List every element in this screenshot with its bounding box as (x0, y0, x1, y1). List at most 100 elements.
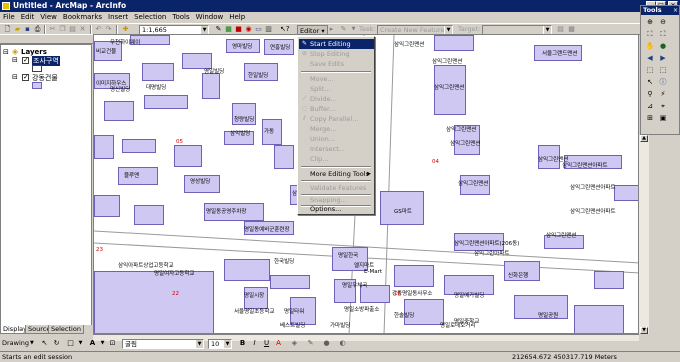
attributes-icon[interactable]: ▤ (556, 25, 565, 34)
back-icon[interactable]: ◀ (645, 53, 655, 63)
layer-expand-icon[interactable]: ⊟ (12, 73, 18, 81)
underline-icon[interactable]: U (262, 339, 271, 348)
building[interactable] (224, 259, 270, 281)
building[interactable] (614, 185, 638, 201)
chevron-down-icon[interactable]: ▼ (349, 25, 358, 34)
menu-item-clip[interactable]: Clip... (299, 154, 374, 164)
chevron-down-icon[interactable]: ▼ (543, 26, 551, 34)
menu-item-split[interactable]: Split... (299, 84, 374, 94)
whats-this-icon[interactable]: ↖? (280, 25, 290, 34)
fill-color-icon[interactable]: ◈ (290, 339, 299, 348)
forward-icon[interactable]: ▶ (658, 53, 668, 63)
building[interactable] (574, 305, 624, 333)
building[interactable] (104, 101, 134, 121)
building[interactable] (174, 145, 202, 167)
vertical-scrollbar[interactable]: ▲ ▼ (639, 135, 649, 334)
menu-item-buffer[interactable]: ◌ Buffer... (299, 104, 374, 114)
model-icon[interactable]: ▥ (264, 25, 273, 34)
editor-toolbar-icon[interactable]: ✎ (214, 25, 223, 34)
pointer-icon[interactable]: ↖ (645, 77, 655, 87)
drawing-menu[interactable]: Drawing (2, 339, 29, 348)
menu-window[interactable]: Window (193, 12, 227, 23)
bold-icon[interactable]: B (238, 339, 247, 348)
menu-item-save-edits[interactable]: Save Edits (299, 59, 374, 69)
time-slider-icon[interactable]: ⊞ (645, 113, 655, 123)
chevron-down-icon[interactable]: ▼ (200, 26, 208, 34)
menu-item-divide[interactable]: ⟋ Divide... (299, 94, 374, 104)
layers-expand-icon[interactable]: ⊟ (3, 48, 9, 56)
building-school[interactable] (94, 271, 214, 333)
measure-icon[interactable]: ⊿ (645, 101, 655, 111)
chevron-down-icon[interactable]: ▼ (76, 339, 85, 348)
menu-item-more-editing-tools[interactable]: More Editing Tools ▶ (299, 169, 374, 179)
chevron-down-icon[interactable]: ▼ (98, 339, 107, 348)
menu-item-merge[interactable]: Merge... (299, 124, 374, 134)
scroll-up-icon[interactable]: ▲ (640, 135, 648, 142)
fixed-zoom-out-icon[interactable]: ⛶ (658, 29, 668, 39)
menu-item-start-editing[interactable]: ✎ Start Editing (299, 39, 374, 49)
redo-icon[interactable]: ↷ (104, 25, 113, 34)
menu-item-copy-parallel[interactable]: ⫽ Copy Parallel... (299, 114, 374, 124)
scroll-down-icon[interactable]: ▼ (640, 327, 648, 334)
building[interactable] (394, 265, 434, 287)
building[interactable] (94, 135, 114, 159)
building[interactable] (142, 63, 174, 81)
identify-icon[interactable]: ⓘ (658, 77, 668, 87)
font-combo[interactable]: 굴림 ▼ (122, 339, 204, 349)
cut-icon[interactable]: ✂ (48, 25, 57, 34)
menu-item-move[interactable]: Move... (299, 74, 374, 84)
edit-vertices-icon[interactable]: ⊡ (108, 339, 117, 348)
building[interactable] (122, 139, 156, 153)
marker-color-icon[interactable]: ● (322, 339, 331, 348)
menu-file[interactable]: File (0, 12, 18, 23)
building[interactable] (134, 205, 164, 225)
menu-item-options[interactable]: Options... (299, 204, 374, 214)
menu-item-validate-features[interactable]: Validate Features (299, 183, 374, 193)
building[interactable] (94, 195, 120, 217)
building[interactable] (434, 35, 474, 51)
shadow-color-icon[interactable]: ◐ (338, 339, 347, 348)
toolbox-icon[interactable]: ■ (234, 25, 243, 34)
open-icon[interactable]: ▰ (13, 25, 22, 34)
zoom-out-icon[interactable]: ⊖ (658, 17, 668, 27)
sketch-properties-icon[interactable]: ▦ (567, 25, 576, 34)
building[interactable] (270, 275, 310, 289)
italic-icon[interactable]: I (250, 339, 259, 348)
full-extent-icon[interactable]: ● (658, 41, 668, 51)
menu-bookmarks[interactable]: Bookmarks (60, 12, 105, 23)
undo-icon[interactable]: ↶ (94, 25, 103, 34)
table-icon[interactable]: ▦ (224, 25, 233, 34)
delete-icon[interactable]: ✕ (78, 25, 87, 34)
chevron-down-icon[interactable]: ▼ (223, 340, 231, 348)
menu-insert[interactable]: Insert (105, 12, 131, 23)
save-icon[interactable]: ▪ (23, 25, 32, 34)
building[interactable] (274, 145, 294, 169)
print-icon[interactable]: ⎙ (33, 25, 42, 34)
hyperlink-icon[interactable]: ⚡ (658, 89, 668, 99)
copy-icon[interactable]: ❐ (58, 25, 67, 34)
layer-visibility-checkbox[interactable]: ✓ (22, 74, 29, 81)
line-color-icon[interactable]: ✎ (306, 339, 315, 348)
text-icon[interactable]: A (88, 339, 97, 348)
fixed-zoom-in-icon[interactable]: ⛶ (645, 29, 655, 39)
chevron-down-icon[interactable]: ▼ (444, 26, 452, 34)
chevron-down-icon[interactable]: ▼ (195, 340, 203, 348)
layer-visibility-checkbox[interactable]: ✓ (22, 57, 29, 64)
find-icon[interactable]: ⚲ (645, 89, 655, 99)
menu-item-stop-editing[interactable]: ⊘ Stop Editing (299, 49, 374, 59)
new-icon[interactable]: 🗋 (3, 25, 12, 34)
go-to-xy-icon[interactable]: ⌖ (658, 101, 668, 111)
menu-item-intersect[interactable]: Intersect... (299, 144, 374, 154)
menu-selection[interactable]: Selection (131, 12, 169, 23)
select-features-icon[interactable]: ⬚ (645, 65, 655, 75)
tab-selection[interactable]: Selection (48, 325, 84, 334)
pan-icon[interactable]: ✋ (645, 41, 655, 51)
rectangle-icon[interactable]: □ (66, 339, 75, 348)
chevron-down-icon[interactable]: ▼ (30, 339, 34, 348)
font-color-icon[interactable]: A (274, 339, 283, 348)
sketch-arrow-icon[interactable]: ▸ (327, 25, 336, 34)
viewer-icon[interactable]: ▣ (658, 113, 668, 123)
sketch-tool-icon[interactable]: ✎ (339, 25, 348, 34)
arctoolbox-icon[interactable]: ◉ (244, 25, 253, 34)
font-size-combo[interactable]: 10 ▼ (208, 339, 232, 349)
